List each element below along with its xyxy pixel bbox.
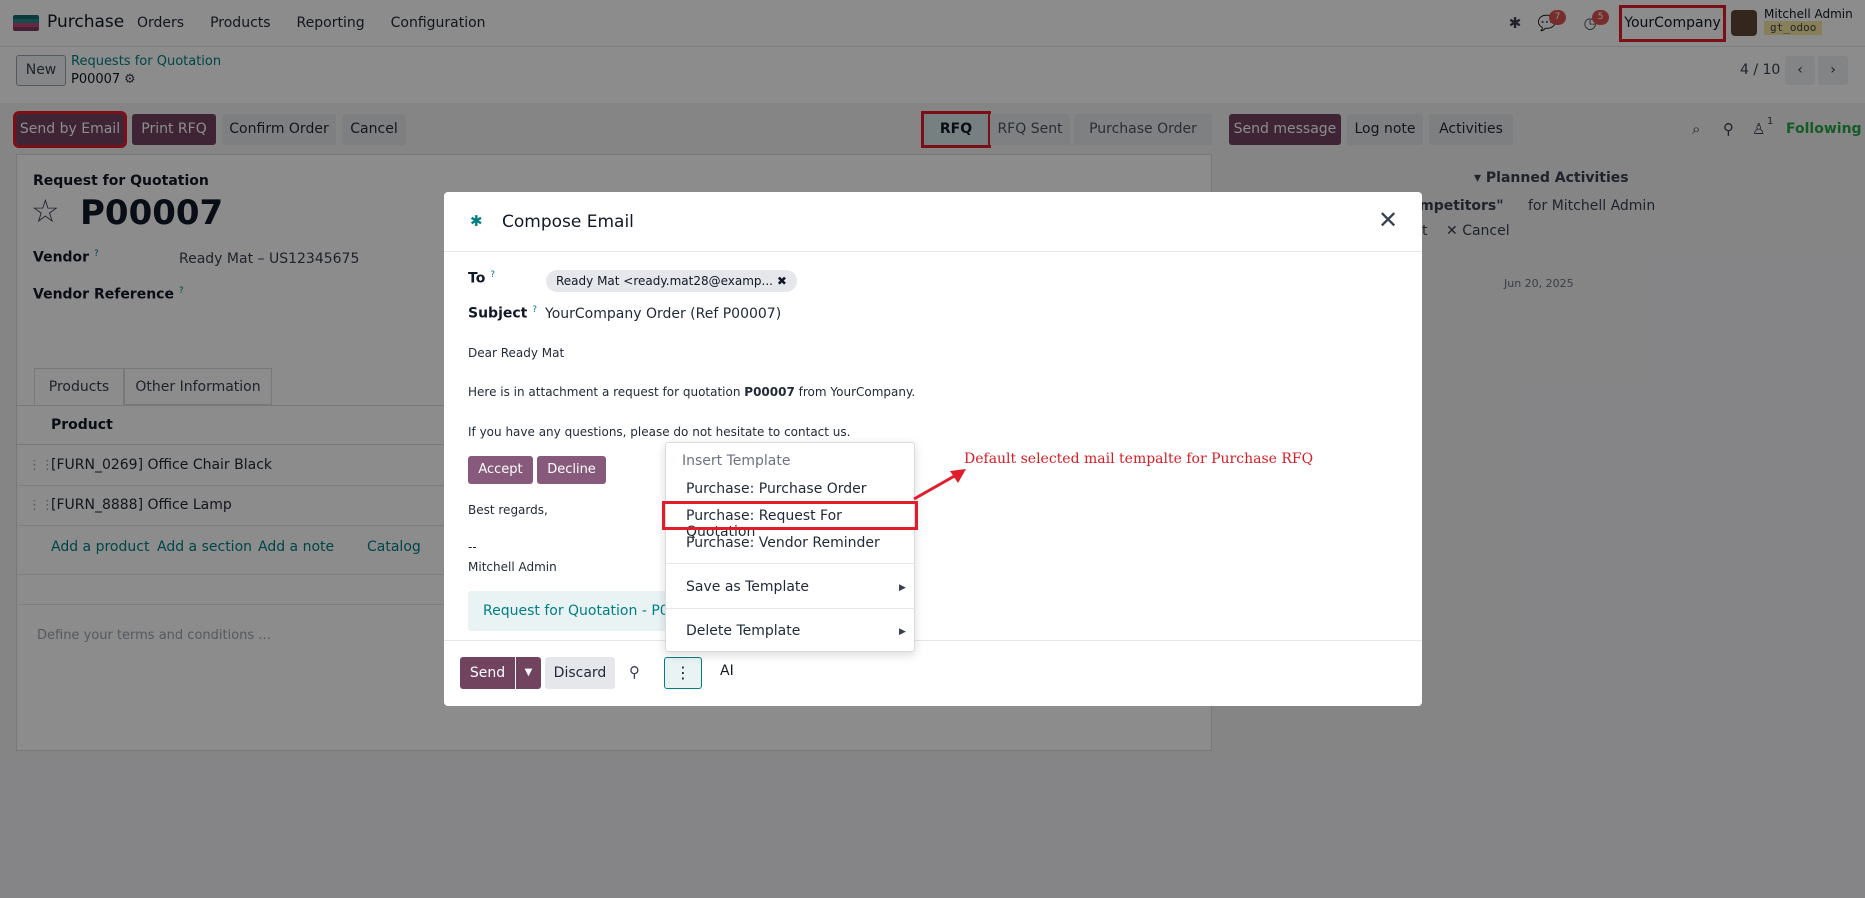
paperclip-icon[interactable]: ⚲	[629, 663, 640, 681]
save-as-template-item[interactable]: Save as Template	[686, 579, 809, 595]
send-options-caret-icon[interactable]: ▼	[516, 657, 541, 689]
delete-template-item[interactable]: Delete Template	[686, 623, 800, 639]
attachment-chip[interactable]: Request for Quotation - P00	[468, 591, 678, 631]
mail-line-2[interactable]: If you have any questions, please do not…	[468, 425, 850, 439]
template-purchase-order[interactable]: Purchase: Purchase Order	[686, 481, 867, 497]
selected-template-highlight	[662, 501, 918, 530]
subject-input[interactable]: YourCompany Order (Ref P00007)	[545, 306, 781, 322]
ai-button[interactable]: AI	[720, 663, 734, 679]
to-help-mark: ?	[490, 270, 495, 280]
subject-label: Subject ?	[468, 305, 538, 322]
to-label: To ?	[468, 270, 495, 287]
remove-tag-icon: ✖	[776, 274, 787, 288]
accept-button[interactable]: Accept	[468, 456, 533, 484]
decline-button[interactable]: Decline	[537, 456, 606, 484]
submenu-caret-icon: ▶	[899, 627, 906, 637]
annotation-text: Default selected mail tempalte for Purch…	[964, 451, 1314, 467]
dialog-header: ✱ Compose Email ✕	[444, 192, 1422, 252]
submenu-caret-icon: ▶	[899, 583, 906, 593]
mail-regards[interactable]: Best regards,	[468, 503, 548, 517]
recipient-tag[interactable]: Ready Mat <ready.mat28@examp... ✖	[546, 270, 797, 292]
subject-help-mark: ?	[532, 305, 538, 315]
send-button[interactable]: Send	[460, 657, 515, 689]
mail-greeting[interactable]: Dear Ready Mat	[468, 346, 564, 360]
mail-line-1[interactable]: Here is in attachment a request for quot…	[468, 385, 915, 399]
more-options-kebab-icon[interactable]: ⋮	[664, 657, 702, 689]
discard-button[interactable]: Discard	[545, 657, 615, 689]
signature-separator: --	[468, 540, 477, 554]
dropdown-divider	[666, 608, 916, 609]
close-icon[interactable]: ✕	[1378, 206, 1398, 234]
annotation-arrow	[913, 469, 966, 501]
compose-email-dialog: ✱ Compose Email ✕ To ? Ready Mat <ready.…	[444, 192, 1422, 706]
dialog-title: Compose Email	[502, 212, 634, 232]
dropdown-divider	[666, 563, 916, 564]
template-dropdown: Insert Template Purchase: Purchase Order…	[665, 442, 916, 652]
mail-signature[interactable]: Mitchell Admin	[468, 560, 557, 574]
bug-icon: ✱	[470, 212, 483, 230]
template-vendor-reminder[interactable]: Purchase: Vendor Reminder	[686, 535, 880, 551]
dropdown-header: Insert Template	[682, 453, 791, 469]
